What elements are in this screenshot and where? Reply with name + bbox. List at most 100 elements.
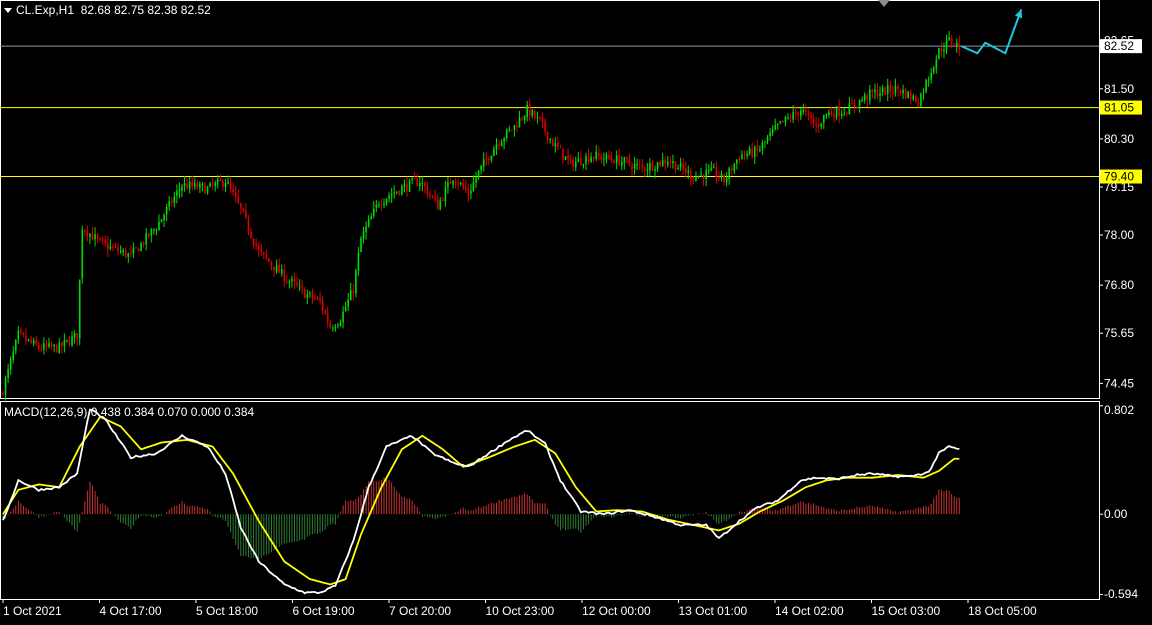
candle-bear <box>610 157 613 161</box>
candle-bear <box>876 89 879 97</box>
candle-bear <box>196 183 199 189</box>
candle-bull <box>401 186 403 195</box>
ohlc-values: 82.68 82.75 82.38 82.52 <box>80 3 211 17</box>
time-tick-label: 10 Oct 23:00 <box>486 604 555 618</box>
candle-bull <box>199 183 201 188</box>
chart-shift-marker[interactable] <box>878 0 890 7</box>
candle-bear <box>352 290 355 294</box>
candle-bear <box>738 158 741 160</box>
candle-bull <box>590 157 592 163</box>
candle-bear <box>101 239 104 241</box>
time-tick-label: 13 Oct 01:00 <box>679 604 748 618</box>
candle-bear <box>866 95 869 100</box>
macd-tick-label: 0.00 <box>1104 507 1128 521</box>
candle-bull <box>633 163 636 169</box>
candle-bear <box>219 179 222 181</box>
chart-window[interactable]: 82.6581.5080.3079.1578.0076.8075.6574.45… <box>0 0 1152 620</box>
candle-bull <box>508 129 511 131</box>
candle-bull <box>948 37 950 40</box>
candle-bull <box>820 123 823 127</box>
candle-bear <box>406 183 408 191</box>
candle-bull <box>288 281 291 283</box>
candle-bull <box>930 73 932 80</box>
candle-bull <box>707 169 710 172</box>
candle-bear <box>142 242 145 245</box>
candle-bull <box>720 173 723 178</box>
candle-bull <box>370 216 373 220</box>
candle-bear <box>232 189 234 193</box>
candle-bear <box>559 147 562 149</box>
candle-bull <box>526 104 528 117</box>
candle-bear <box>953 45 956 47</box>
candle-bull <box>582 163 585 166</box>
candle-bear <box>263 252 265 254</box>
candle-bull <box>564 156 567 161</box>
candle-bull <box>472 182 475 191</box>
candle-bear <box>398 190 401 194</box>
forecast-arrowhead <box>1014 9 1023 19</box>
candle-bear <box>324 310 326 314</box>
candle-bear <box>135 247 137 249</box>
candle-bear <box>104 240 107 244</box>
candle-bull <box>482 159 485 167</box>
candle-bull <box>367 219 370 227</box>
candle-bull <box>784 116 787 122</box>
candle-bear <box>130 252 132 254</box>
candle-bear <box>812 119 815 124</box>
candle-bull <box>165 207 168 215</box>
candle-bear <box>892 92 894 94</box>
candle-bull <box>385 198 388 204</box>
candle-bear <box>50 343 53 347</box>
candle-bear <box>838 106 840 116</box>
price-chart[interactable]: 82.6581.5080.3079.1578.0076.8075.6574.45… <box>0 0 1152 620</box>
candle-bull <box>636 164 638 166</box>
candle-bear <box>810 114 812 119</box>
candle-bear <box>252 238 255 245</box>
candle-bull <box>393 192 396 194</box>
candle-bull <box>403 184 406 187</box>
candle-bear <box>321 300 324 311</box>
candle-bear <box>940 48 943 52</box>
candle-bull <box>894 85 897 94</box>
candle-bull <box>375 204 378 208</box>
candle-bear <box>871 89 874 92</box>
candle-bull <box>201 184 204 186</box>
chevron-down-icon[interactable] <box>4 8 12 14</box>
candle-bear <box>904 89 907 99</box>
candle-bull <box>188 181 191 189</box>
candle-bull <box>339 322 342 326</box>
candle-bear <box>442 200 444 202</box>
candle-bear <box>413 178 416 180</box>
candle-bull <box>825 113 828 116</box>
level-price-tag-label: 79.40 <box>1104 170 1134 184</box>
candle-bear <box>242 208 245 212</box>
candle-bull <box>728 168 730 179</box>
candle-bull <box>176 190 178 196</box>
candle-bull <box>477 170 480 178</box>
candle-bear <box>794 111 797 114</box>
candle-bull <box>505 129 508 139</box>
candle-bear <box>247 218 250 232</box>
candle-bear <box>429 193 431 196</box>
candle-bull <box>224 183 227 188</box>
macd-signal-line <box>2 415 960 586</box>
time-tick-label: 12 Oct 00:00 <box>582 604 651 618</box>
candle-bull <box>943 49 945 52</box>
candle-bear <box>255 243 257 247</box>
candle-bull <box>452 180 454 185</box>
candle-bear <box>618 155 621 166</box>
candle-bull <box>109 246 112 249</box>
candle-bear <box>257 246 260 250</box>
candle-bear <box>436 198 439 210</box>
candle-bull <box>881 87 884 93</box>
candle-bull <box>922 92 925 94</box>
candle-bear <box>692 178 695 181</box>
candle-bull <box>667 162 669 165</box>
candle-bear <box>91 233 94 241</box>
candle-bull <box>447 182 449 188</box>
candle-bull <box>17 330 20 340</box>
candle-bear <box>631 165 633 170</box>
candle-bull <box>150 229 153 236</box>
candle-bull <box>89 233 91 238</box>
candle-bear <box>567 155 569 159</box>
